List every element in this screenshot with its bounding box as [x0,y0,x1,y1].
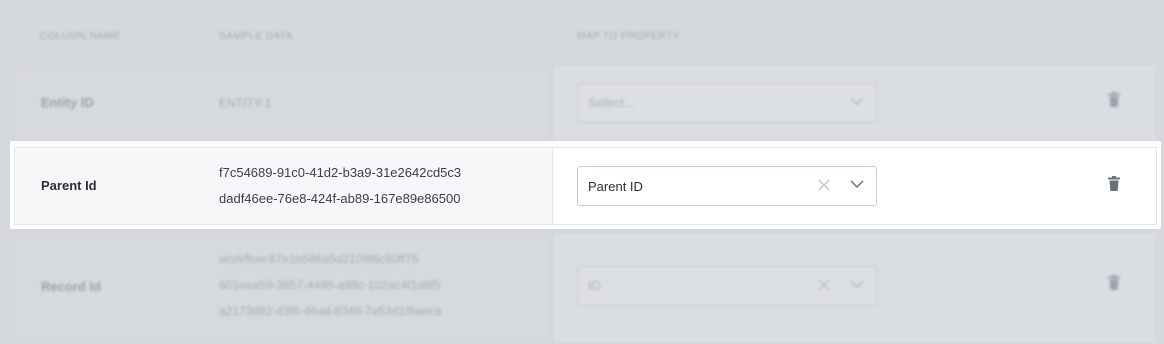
property-select[interactable]: Select... [577,83,877,123]
sample-value: f7c54689-91c0-41d2-b3a9-31e2642cd5c3 [219,165,462,180]
mapping-row-record-id: Record Id workflow:67e1b586a5d2109f6c80f… [14,232,1157,344]
sample-data: workflow:67e1b586a5d2109f6c80ff75 601eea… [219,246,441,324]
sample-value: 601eea59-3857-4496-a99c-102ac4f1d8f5 [219,278,441,292]
column-header: COLUMN NAME SAMPLE DATA MAP TO PROPERTY [0,31,1164,45]
select-value: Parent ID [588,179,643,194]
column-name: Record Id [41,279,101,294]
mapping-row-parent-id: Parent Id f7c54689-91c0-41d2-b3a9-31e264… [10,141,1161,229]
trash-icon[interactable] [1107,92,1121,108]
close-icon[interactable] [818,179,830,191]
chevron-down-icon[interactable] [850,96,864,106]
sample-value: a2173d92-d3f6-46ad-8349-7e53d1f6aeca [219,304,442,318]
close-icon[interactable] [818,279,830,291]
chevron-down-icon[interactable] [850,279,864,289]
select-placeholder: Select... [588,95,635,110]
sample-data: ENTITY-1 [219,90,271,116]
property-select[interactable]: Parent ID [577,166,877,206]
map-to-property-header: MAP TO PROPERTY [577,31,680,42]
sample-value: dadf46ee-76e8-424f-ab89-167e89e86500 [219,191,461,206]
column-name: Parent Id [41,178,97,193]
column-name: Entity ID [41,95,94,110]
sample-value: ENTITY-1 [219,96,272,110]
mapping-row-entity-id: Entity ID ENTITY-1 Select... [14,64,1157,142]
sample-value: workflow:67e1b586a5d2109f6c80ff75 [219,252,419,266]
property-select[interactable]: ID [577,266,877,306]
chevron-down-icon[interactable] [850,179,864,189]
sample-data-header: SAMPLE DATA [219,31,294,42]
column-name-header: COLUMN NAME [40,31,121,42]
select-value: ID [588,278,601,293]
trash-icon[interactable] [1107,176,1121,192]
sample-data: f7c54689-91c0-41d2-b3a9-31e2642cd5c3 dad… [219,160,461,212]
trash-icon[interactable] [1107,275,1121,291]
